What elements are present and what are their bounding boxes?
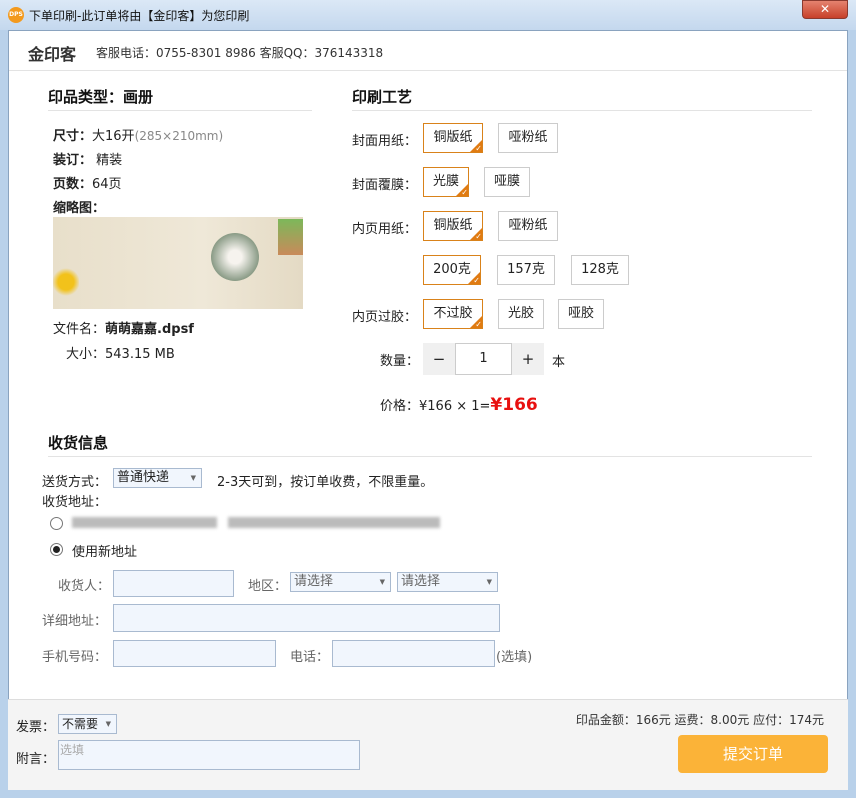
receiver-label: 收货人：: [58, 579, 111, 594]
dropdown-arrow-icon: ▼: [379, 578, 385, 586]
delivery-method-value: 普通快递: [117, 470, 170, 485]
inner-glue-label: 内页过胶：: [352, 310, 418, 325]
option-cover-coated[interactable]: 铜版纸: [423, 123, 483, 155]
cover-film-label: 封面覆膜：: [352, 178, 418, 193]
submit-order-button[interactable]: 提交订单: [678, 735, 828, 773]
option-film-gloss[interactable]: 光膜: [423, 167, 469, 199]
option-weight-128[interactable]: 128克: [571, 255, 629, 285]
file-label: 文件名：: [53, 322, 106, 337]
brand: 金印客: [28, 45, 77, 64]
delivery-method-select[interactable]: 普通快递 ▼: [113, 468, 202, 488]
size-row: 尺寸：大16开(285×210mm): [53, 125, 223, 144]
saved-address-redacted: [228, 517, 440, 528]
dropdown-arrow-icon: ▼: [105, 720, 111, 728]
invoice-value: 不需要: [62, 717, 99, 731]
option-glue-none[interactable]: 不过胶: [423, 299, 483, 331]
divider: [48, 110, 312, 111]
product-heading: 印品类型：画册: [48, 88, 154, 106]
receiver-input[interactable]: [113, 570, 234, 597]
thumbnail-image: [53, 217, 303, 309]
filesize-label: 大小：: [66, 347, 106, 362]
craft-heading: 印刷工艺: [352, 88, 413, 106]
phone-label: 电话：: [290, 650, 330, 665]
option-inner-coated[interactable]: 铜版纸: [423, 211, 483, 243]
price-label: 价格：: [380, 399, 420, 414]
binding-value: 精装: [92, 153, 123, 168]
phone-optional-hint: (选填): [496, 650, 533, 665]
address-label: 收货地址：: [42, 495, 108, 510]
pages-value: 64页: [92, 177, 122, 192]
app-icon: DPS: [8, 7, 24, 23]
option-cover-matte[interactable]: 哑粉纸: [498, 123, 558, 153]
qty-label: 数量：: [380, 354, 420, 369]
region-label: 地区：: [248, 579, 288, 594]
option-weight-157[interactable]: 157克: [497, 255, 555, 285]
option-inner-matte[interactable]: 哑粉纸: [498, 211, 558, 241]
detail-address-label: 详细地址：: [42, 614, 108, 629]
contact-info: 客服电话：0755-8301 8986 客服QQ：376143318: [96, 46, 384, 60]
method-description: 2-3天可到，按订单收费，不限重量。: [217, 475, 434, 490]
mobile-input[interactable]: [113, 640, 276, 667]
phone-input[interactable]: [332, 640, 495, 667]
province-placeholder: 请选择: [294, 574, 334, 589]
file-name: 萌萌嘉嘉.dpsf: [105, 322, 194, 337]
saved-address-redacted: [72, 517, 217, 528]
invoice-label: 发票：: [16, 720, 56, 735]
cover-paper-label: 封面用纸：: [352, 134, 418, 149]
binding-label: 装订：: [53, 153, 93, 168]
option-weight-200[interactable]: 200克: [423, 255, 481, 287]
qty-unit: 本: [552, 355, 566, 370]
order-summary: 印品金额：166元 运费：8.00元 应付：174元: [575, 713, 824, 727]
qty-minus-button[interactable]: −: [423, 343, 455, 375]
pages-row: 页数：64页: [53, 173, 122, 192]
close-button[interactable]: ✕: [802, 0, 848, 19]
window-title: 下单印刷-此订单将由【金印客】为您印刷: [29, 9, 250, 23]
qty-input[interactable]: 1: [455, 343, 512, 375]
divider: [9, 70, 847, 71]
price-total: ¥166: [490, 395, 538, 415]
detail-address-input[interactable]: [113, 604, 500, 632]
pages-label: 页数：: [53, 177, 93, 192]
size-value: 大16开: [92, 129, 135, 144]
option-film-matte[interactable]: 哑膜: [484, 167, 530, 197]
new-address-radio[interactable]: [50, 543, 63, 556]
file-row: 文件名：萌萌嘉嘉.dpsf: [53, 318, 194, 337]
thumb-label: 缩略图：: [53, 201, 106, 216]
mobile-label: 手机号码：: [42, 650, 108, 665]
note-placeholder: 选填: [60, 743, 85, 757]
filesize-value: 543.15 MB: [105, 347, 175, 362]
saved-address-radio[interactable]: [50, 517, 63, 530]
city-select[interactable]: 请选择 ▼: [397, 572, 498, 592]
filesize-row: 大小：543.15 MB: [66, 343, 175, 362]
divider: [352, 110, 812, 111]
shipping-heading: 收货信息: [48, 434, 109, 452]
qty-plus-button[interactable]: +: [512, 343, 544, 375]
invoice-select[interactable]: 不需要 ▼: [58, 714, 117, 734]
dropdown-arrow-icon: ▼: [190, 474, 196, 482]
size-label: 尺寸：: [53, 129, 93, 144]
city-placeholder: 请选择: [401, 574, 441, 589]
binding-row: 装订： 精装: [53, 149, 122, 168]
size-dim: (285×210mm): [134, 129, 224, 143]
price-row: 价格：¥166 × 1=¥166: [380, 395, 538, 415]
option-glue-matte[interactable]: 哑胶: [558, 299, 604, 329]
price-formula: ¥166 × 1=: [419, 399, 491, 414]
province-select[interactable]: 请选择 ▼: [290, 572, 391, 592]
option-glue-gloss[interactable]: 光胶: [498, 299, 544, 329]
note-textarea[interactable]: 选填: [58, 740, 360, 770]
note-label: 附言：: [16, 752, 56, 767]
leaf-decoration: [278, 219, 303, 255]
flower-decoration: [53, 267, 79, 297]
inner-paper-label: 内页用纸：: [352, 222, 418, 237]
divider: [48, 456, 812, 457]
method-label: 送货方式：: [42, 475, 108, 490]
new-address-label: 使用新地址: [72, 545, 138, 560]
photo-circle: [211, 233, 259, 281]
dropdown-arrow-icon: ▼: [486, 578, 492, 586]
